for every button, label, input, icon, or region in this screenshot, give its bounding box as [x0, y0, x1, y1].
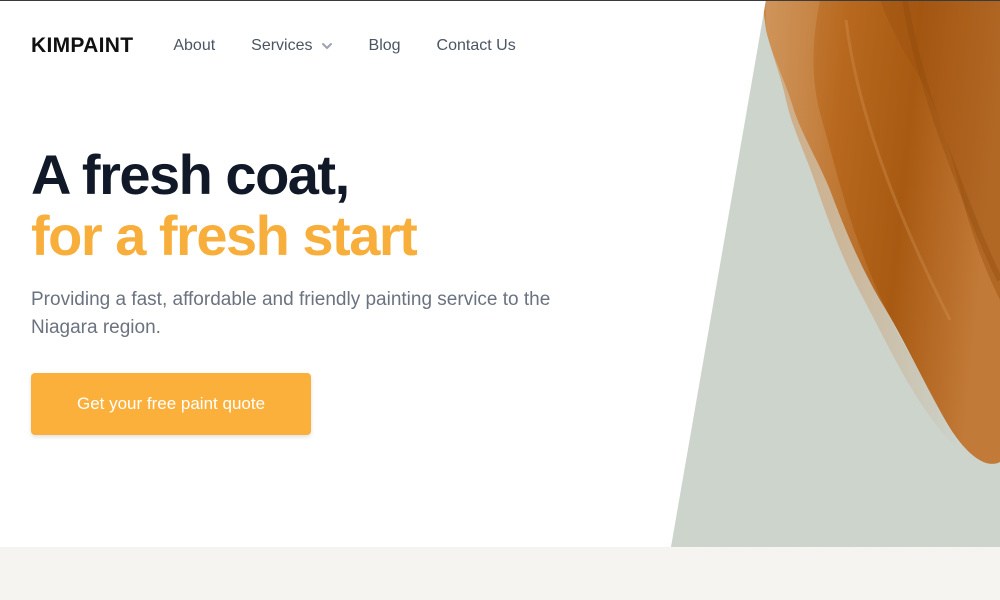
chevron-down-icon	[321, 43, 332, 49]
nav-item-services[interactable]: Services	[251, 37, 332, 55]
page: KIMPAINT About Services Blog Contact Us …	[0, 0, 1000, 600]
main-nav: KIMPAINT About Services Blog Contact Us	[31, 26, 552, 66]
nav-item-about[interactable]: About	[173, 37, 215, 55]
nav-item-contact-us[interactable]: Contact Us	[437, 37, 516, 55]
headline-line-1: A fresh coat,	[31, 143, 350, 206]
hero-headline: A fresh coat, for a fresh start	[31, 143, 418, 267]
nav-item-label: Services	[251, 37, 313, 54]
next-section-band	[0, 547, 1000, 600]
nav-item-label: Contact Us	[436, 37, 516, 54]
hero-image-brush-stroke	[671, 0, 1000, 547]
nav-item-label: About	[173, 37, 216, 54]
free-quote-button[interactable]: Get your free paint quote	[31, 373, 311, 435]
headline-line-2: for a fresh start	[31, 204, 418, 267]
brand-logo[interactable]: KIMPAINT	[31, 34, 133, 58]
nav-item-label: Blog	[368, 37, 401, 54]
hero-section: KIMPAINT About Services Blog Contact Us …	[0, 0, 1000, 547]
hero-subtitle: Providing a fast, affordable and friendl…	[31, 289, 551, 338]
nav-item-blog[interactable]: Blog	[369, 37, 401, 55]
top-border	[0, 0, 1000, 1]
